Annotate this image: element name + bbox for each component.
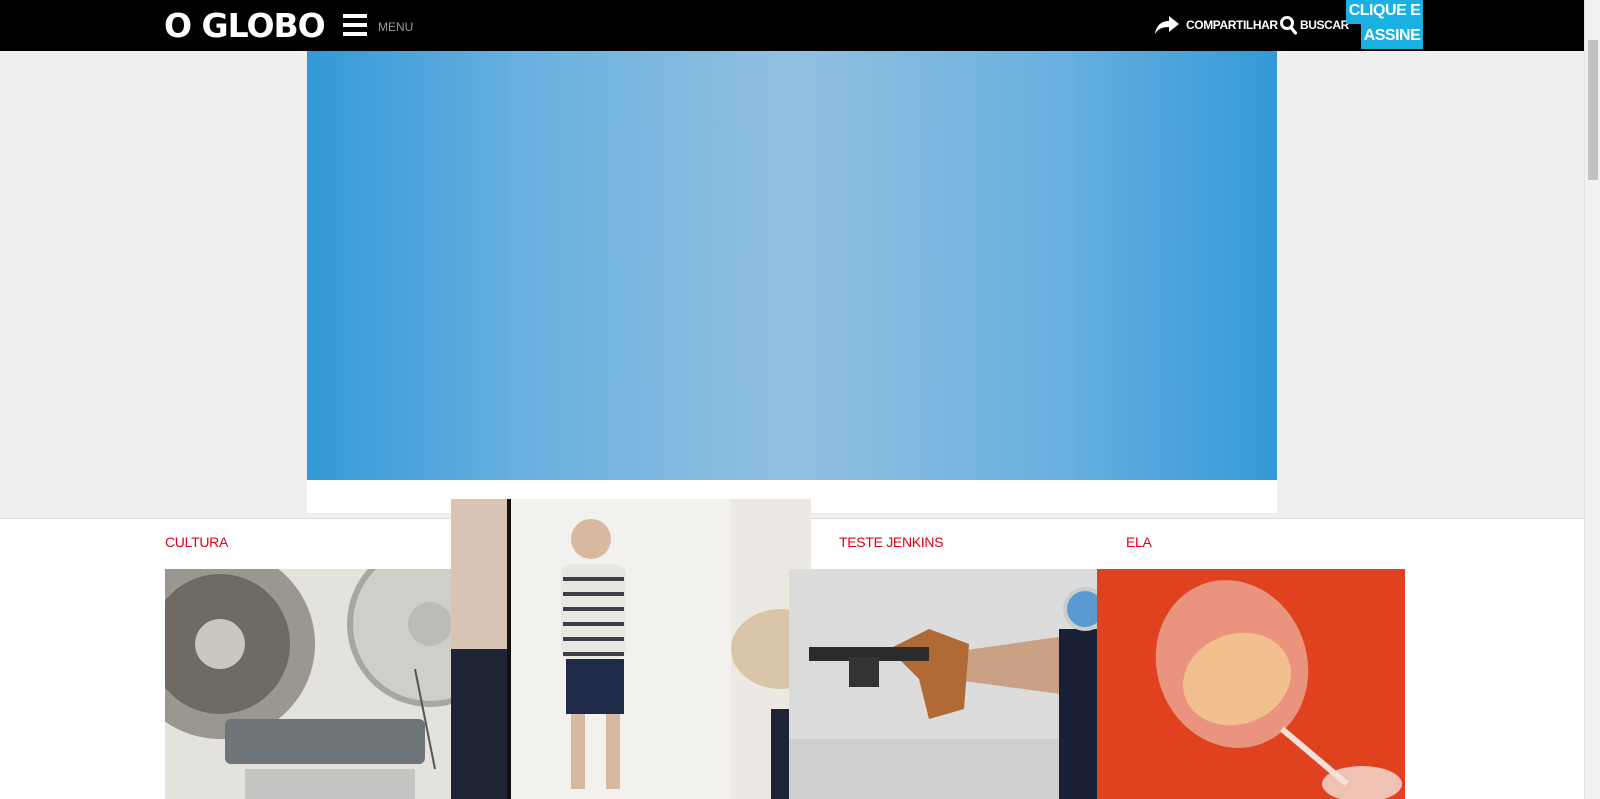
subscribe-line-2[interactable]: ASSINE	[1361, 24, 1423, 49]
share-label[interactable]: COMPARTILHAR	[1186, 18, 1278, 32]
search-button[interactable]: BUSCAR	[1279, 15, 1349, 35]
search-icon[interactable]	[1279, 15, 1297, 35]
share-arrow-icon[interactable]	[1154, 15, 1180, 35]
menu-button[interactable]: MENU	[343, 14, 413, 36]
hamburger-menu-icon[interactable]	[343, 14, 367, 36]
ela-wine-glass-photo[interactable]	[1097, 569, 1405, 799]
menu-label[interactable]: MENU	[378, 20, 413, 34]
banner-area	[0, 51, 1584, 519]
share-button[interactable]: COMPARTILHAR	[1154, 15, 1278, 35]
hero-banner[interactable]	[307, 51, 1277, 480]
subscribe-line-1[interactable]: CLIQUE E	[1346, 0, 1423, 24]
teste-jenkins-shooting-photo[interactable]	[789, 569, 1097, 799]
cultura-tape-recorder-photo[interactable]	[165, 569, 473, 799]
section-label-cultura[interactable]: CULTURA	[165, 534, 228, 550]
section-label-teste-jenkins[interactable]: TESTE JENKINS	[839, 534, 944, 550]
top-navigation-bar: O GLOBO MENU COMPARTILHAR BUSCAR CLIQUE …	[0, 0, 1584, 51]
subscribe-button[interactable]: CLIQUE E ASSINE	[1346, 0, 1423, 49]
site-logo[interactable]: O GLOBO	[164, 7, 326, 45]
scrollbar-thumb[interactable]	[1588, 40, 1598, 180]
page-scrollbar[interactable]	[1584, 0, 1600, 799]
search-label[interactable]: BUSCAR	[1300, 18, 1349, 32]
fashion-models-photo[interactable]	[451, 499, 811, 799]
section-label-ela[interactable]: ELA	[1126, 534, 1152, 550]
